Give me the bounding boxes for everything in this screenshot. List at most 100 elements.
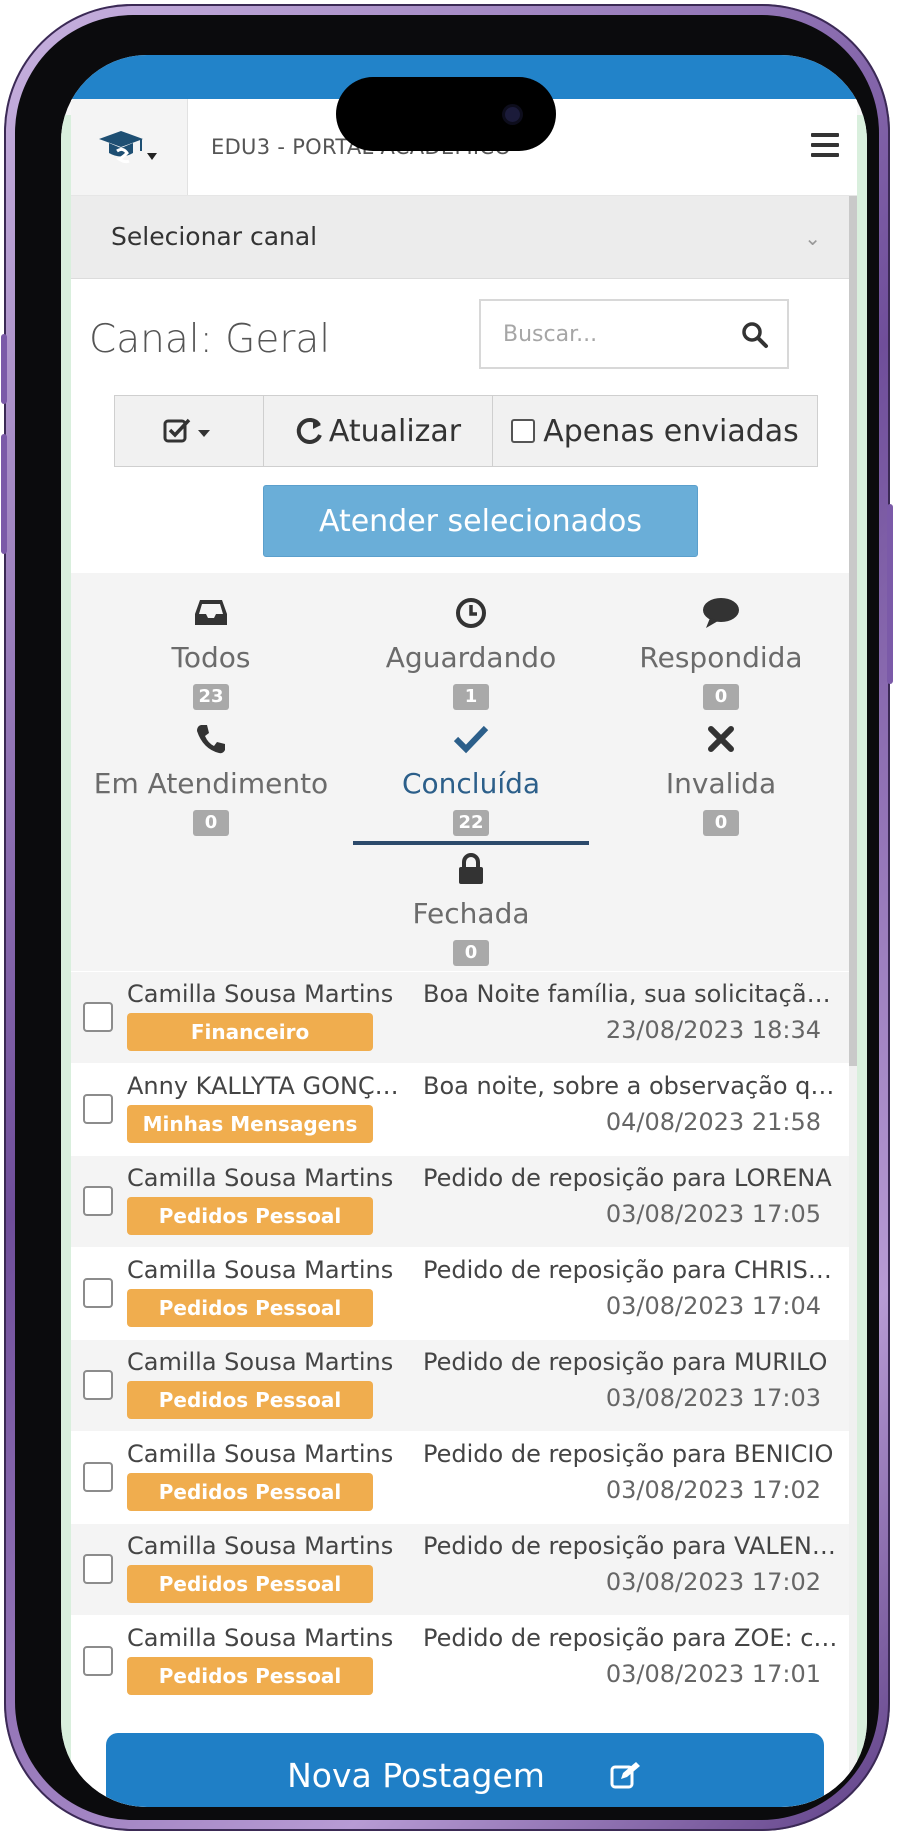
camera-icon xyxy=(505,107,520,122)
category-tag: Pedidos Pessoal xyxy=(127,1381,373,1419)
attend-selected-button[interactable]: Atender selecionados xyxy=(263,485,698,557)
filter-label: Invalida xyxy=(665,767,777,800)
category-tag: Pedidos Pessoal xyxy=(127,1657,373,1695)
category-tag: Minhas Mensagens xyxy=(127,1105,373,1143)
edit-icon xyxy=(610,1762,640,1789)
only-sent-label: Apenas enviadas xyxy=(543,413,799,449)
message-sender: Camilla Sousa Martins xyxy=(127,1624,394,1652)
message-date: 04/08/2023 21:58 xyxy=(605,1108,821,1136)
filter-label: Fechada xyxy=(412,897,530,930)
message-row[interactable]: Camilla Sousa Martins Financeiro Boa Noi… xyxy=(71,972,849,1064)
row-checkbox[interactable] xyxy=(83,1094,113,1124)
row-checkbox[interactable] xyxy=(83,1186,113,1216)
message-sender: Camilla Sousa Martins xyxy=(127,1348,394,1376)
only-sent-toggle[interactable]: Apenas enviadas xyxy=(492,395,818,467)
filter-em-atendimento[interactable]: Em Atendimento 0 xyxy=(91,719,331,836)
message-preview: Boa noite, sobre a observação que foi fe… xyxy=(423,1072,843,1100)
logo-menu-button[interactable] xyxy=(71,99,188,195)
message-date: 03/08/2023 17:01 xyxy=(605,1660,821,1688)
message-date: 03/08/2023 17:02 xyxy=(605,1568,821,1596)
refresh-icon xyxy=(296,417,322,444)
filter-label: Aguardando xyxy=(385,641,557,674)
message-row[interactable]: Camilla Sousa Martins Pedidos Pessoal Pe… xyxy=(71,1248,849,1340)
message-row[interactable]: Camilla Sousa Martins Pedidos Pessoal Pe… xyxy=(71,1524,849,1616)
page-title: Canal: Geral xyxy=(89,317,331,362)
message-list: Camilla Sousa Martins Financeiro Boa Noi… xyxy=(71,972,849,1708)
message-date: 03/08/2023 17:03 xyxy=(605,1384,821,1412)
filter-fechada[interactable]: Fechada 0 xyxy=(351,849,591,966)
count-badge: 22 xyxy=(453,810,489,836)
lock-icon xyxy=(459,853,483,884)
comment-icon xyxy=(703,598,739,628)
filter-label: Concluída xyxy=(401,767,541,800)
hamburger-menu-icon[interactable] xyxy=(811,133,839,157)
channel-select[interactable]: Selecionar canal ⌄ xyxy=(71,196,849,279)
category-tag: Pedidos Pessoal xyxy=(127,1565,373,1603)
category-tag: Pedidos Pessoal xyxy=(127,1289,373,1327)
scrollbar-thumb[interactable] xyxy=(849,196,857,1066)
row-checkbox[interactable] xyxy=(83,1370,113,1400)
message-preview: Pedido de reposição para ZOE: conforme xyxy=(423,1624,843,1652)
dynamic-island xyxy=(336,77,556,151)
select-dropdown-button[interactable] xyxy=(114,395,264,467)
check-square-icon xyxy=(163,418,210,443)
row-checkbox[interactable] xyxy=(83,1462,113,1492)
count-badge: 0 xyxy=(703,810,739,836)
message-preview: Pedido de reposição para MURILO xyxy=(423,1348,828,1376)
filter-concluida[interactable]: Concluída 22 xyxy=(351,719,591,836)
phone-bezel: EDU3 - PORTAL ACADÊMICO Selecionar canal… xyxy=(15,15,879,1820)
side-button xyxy=(1,334,7,404)
graduation-cap-logo-icon xyxy=(99,131,157,164)
filter-aguardando[interactable]: Aguardando 1 xyxy=(351,593,591,710)
phone-frame: EDU3 - PORTAL ACADÊMICO Selecionar canal… xyxy=(1,4,893,1831)
message-row[interactable]: Camilla Sousa Martins Pedidos Pessoal Pe… xyxy=(71,1432,849,1524)
only-sent-checkbox[interactable] xyxy=(511,419,536,443)
filter-label: Em Atendimento xyxy=(93,767,329,800)
check-icon xyxy=(453,725,489,754)
category-tag: Financeiro xyxy=(127,1013,373,1051)
message-preview: Pedido de reposição para VALENTINA xyxy=(423,1532,843,1560)
search-input[interactable]: Buscar... xyxy=(479,299,789,369)
filter-todos[interactable]: Todos 23 xyxy=(91,593,331,710)
row-checkbox[interactable] xyxy=(83,1646,113,1676)
filter-invalida[interactable]: Invalida 0 xyxy=(601,719,841,836)
clock-icon xyxy=(456,598,486,628)
category-tag: Pedidos Pessoal xyxy=(127,1473,373,1511)
message-sender: Anny KALLYTA GONÇALVES xyxy=(127,1072,407,1100)
message-row[interactable]: Camilla Sousa Martins Pedidos Pessoal Pe… xyxy=(71,1616,849,1708)
category-tag: Pedidos Pessoal xyxy=(127,1197,373,1235)
new-post-button[interactable]: Nova Postagem xyxy=(106,1733,824,1807)
toolbar: Atualizar Apenas enviadas xyxy=(114,395,818,467)
message-sender: Camilla Sousa Martins xyxy=(127,980,394,1008)
count-badge: 23 xyxy=(193,684,229,710)
message-row[interactable]: Camilla Sousa Martins Pedidos Pessoal Pe… xyxy=(71,1340,849,1432)
inbox-icon xyxy=(195,600,227,625)
message-preview: Pedido de reposição para LORENA xyxy=(423,1164,832,1192)
row-checkbox[interactable] xyxy=(83,1002,113,1032)
row-checkbox[interactable] xyxy=(83,1278,113,1308)
message-sender: Camilla Sousa Martins xyxy=(127,1440,394,1468)
message-date: 03/08/2023 17:02 xyxy=(605,1476,821,1504)
phone-icon xyxy=(197,725,225,754)
message-date: 03/08/2023 17:04 xyxy=(605,1292,821,1320)
message-preview: Pedido de reposição para BENICIO xyxy=(423,1440,834,1468)
message-row[interactable]: Camilla Sousa Martins Pedidos Pessoal Pe… xyxy=(71,1156,849,1248)
channel-select-label: Selecionar canal xyxy=(111,222,318,251)
refresh-button[interactable]: Atualizar xyxy=(263,395,493,467)
row-checkbox[interactable] xyxy=(83,1554,113,1584)
message-row[interactable]: Anny KALLYTA GONÇALVES Minhas Mensagens … xyxy=(71,1064,849,1156)
count-badge: 1 xyxy=(453,684,489,710)
message-date: 23/08/2023 18:34 xyxy=(605,1016,821,1044)
filter-respondida[interactable]: Respondida 0 xyxy=(601,593,841,710)
status-filters: Todos 23 Aguardando 1 Respondida 0 Em At… xyxy=(71,573,849,971)
message-preview: Pedido de reposição para CHRISTIAN xyxy=(423,1256,843,1284)
active-filter-indicator xyxy=(353,841,589,845)
page-edge xyxy=(857,115,867,1807)
count-badge: 0 xyxy=(703,684,739,710)
times-icon xyxy=(708,726,734,752)
search-icon[interactable] xyxy=(741,321,769,349)
count-badge: 0 xyxy=(453,940,489,966)
refresh-label: Atualizar xyxy=(328,413,462,449)
chevron-down-icon: ⌄ xyxy=(804,226,821,250)
message-sender: Camilla Sousa Martins xyxy=(127,1532,394,1560)
